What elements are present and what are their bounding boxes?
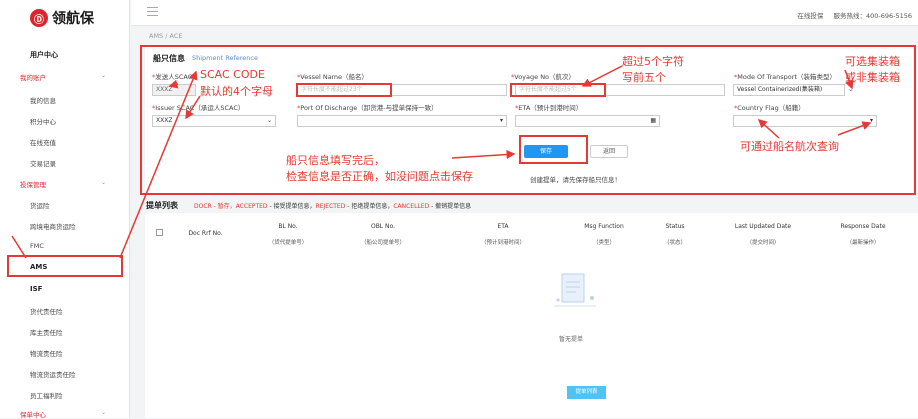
arrow-save	[451, 149, 516, 159]
col-last-updated-cn: （提交时间）	[746, 240, 780, 246]
list-title: 提单列表	[146, 201, 178, 210]
arrow-voyage	[581, 65, 623, 87]
arrow-scac-field	[168, 79, 179, 89]
arrow-mode	[844, 69, 854, 90]
arrow-flag-1	[757, 118, 780, 139]
bill-list-button[interactable]: 提单列表	[567, 386, 606, 399]
arrow-sidebar-ams	[11, 235, 27, 259]
col-last-updated: Last Updated Date	[734, 223, 792, 230]
col-status: Status	[665, 223, 685, 230]
arrow-flag-2	[837, 121, 872, 136]
col-obl-no: OBL No.	[370, 223, 396, 230]
empty-document-icon	[554, 273, 596, 307]
col-bl-no: BL No.	[278, 223, 298, 230]
col-obl-no-cn: （船公司提单号）	[360, 240, 405, 246]
col-msg-function-cn: （类型）	[592, 240, 615, 246]
col-msg-function: Msg Function	[584, 223, 624, 230]
empty-state-text: 暂无提单	[559, 336, 584, 343]
select-all-checkbox[interactable]	[156, 229, 163, 236]
col-doc-ref: Doc Rrf No.	[188, 230, 223, 237]
list-legend: DOCR - 暂存，ACCEPTED - 接受提单信息，REJECTED - 拒…	[194, 203, 472, 210]
col-bl-no-cn: （货代提单号）	[268, 240, 308, 246]
col-eta: ETA	[497, 223, 509, 230]
col-response-date: Response Date	[840, 223, 886, 230]
arrow-issuer	[185, 95, 201, 120]
col-status-cn: （状态）	[663, 240, 686, 246]
col-response-date-cn: （最新操作）	[846, 240, 880, 246]
col-eta-cn: （预计到港时间）	[480, 240, 525, 246]
